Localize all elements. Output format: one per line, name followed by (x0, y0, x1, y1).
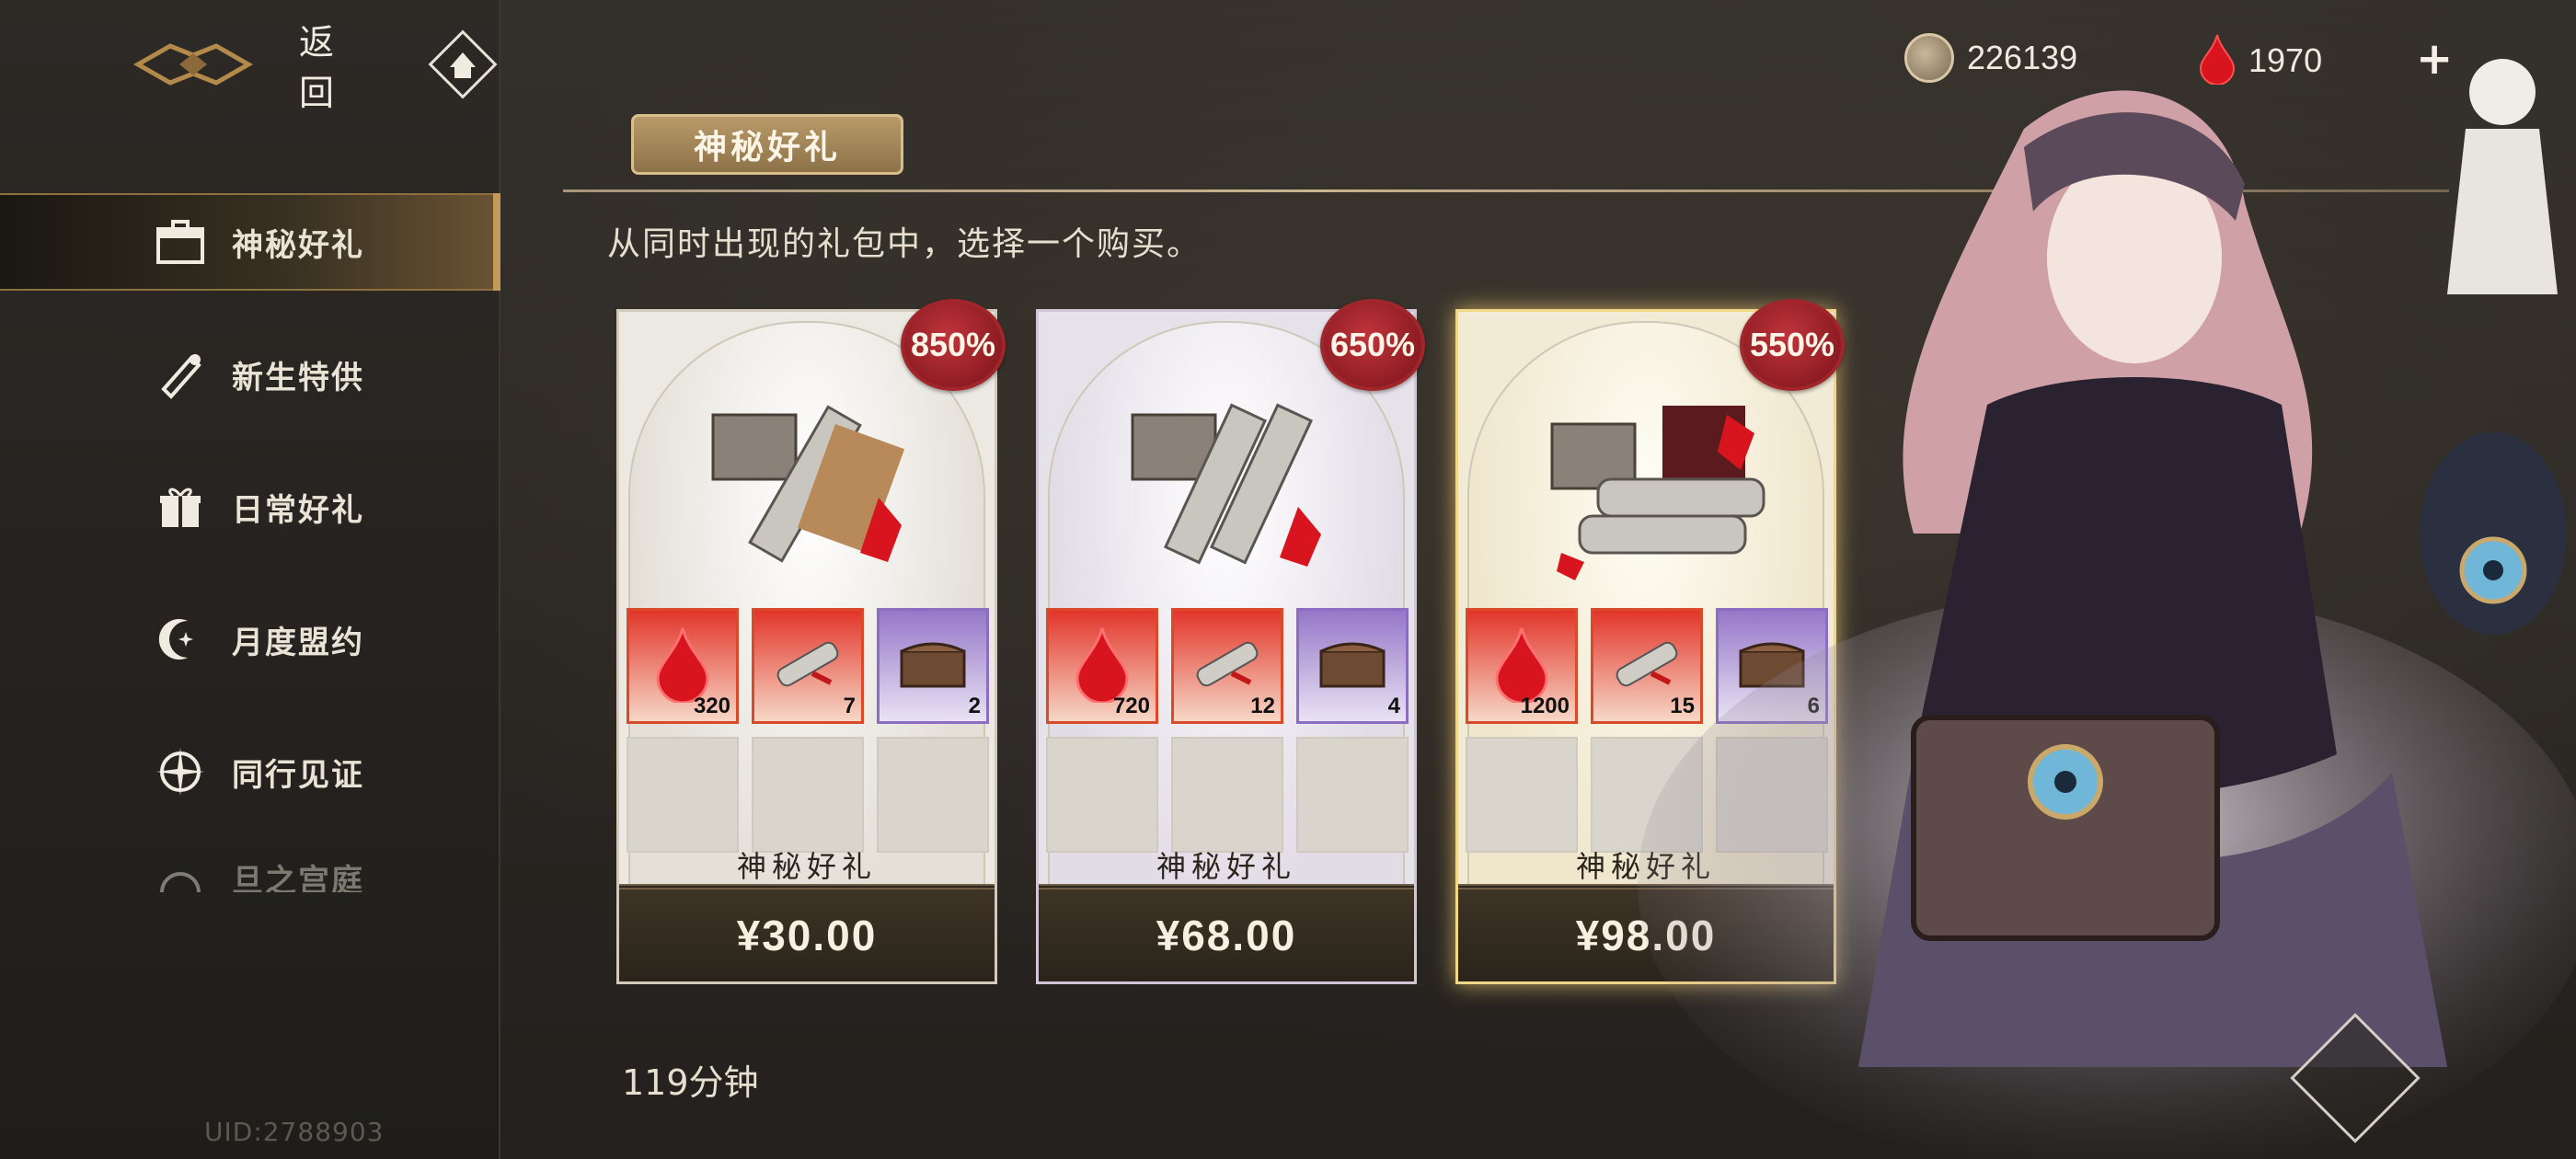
pack-item[interactable]: 1200 (1466, 608, 1578, 724)
chest-icon (896, 637, 970, 695)
sidebar-item-monthly-pact[interactable]: 月度盟约 (0, 591, 500, 688)
sidebar-item-newcomer[interactable]: 新生特供 (0, 326, 500, 423)
item-count: 12 (1250, 694, 1275, 718)
pack-item[interactable]: 7 (752, 608, 864, 724)
sidebar-item-mystery-gift[interactable]: 神秘好礼 (0, 193, 500, 291)
offer-timer: 119分钟 (622, 1062, 759, 1103)
pack-item[interactable]: 320 (627, 608, 739, 724)
bonus-seal: 850% (901, 299, 1006, 391)
home-icon[interactable] (427, 29, 499, 100)
item-count: 720 (1112, 694, 1150, 718)
chest-icon (1316, 637, 1389, 695)
scroll-item-icon (1186, 637, 1269, 695)
sidebar-item-label: 旦之宫庭 (232, 863, 364, 892)
empty-slot (1296, 737, 1409, 853)
page-title-banner: 神秘好礼 (631, 114, 903, 175)
page-subtitle: 从同时出现的礼包中，选择一个购买。 (607, 225, 1202, 263)
buy-button[interactable]: ¥30.00 (619, 884, 995, 981)
character-illustration (1638, 59, 2576, 1159)
pack-item[interactable]: 4 (1296, 608, 1409, 724)
bonus-seal: 650% (1320, 299, 1425, 391)
empty-slot (1046, 737, 1158, 853)
pack-item[interactable]: 2 (877, 608, 989, 724)
bonus-percent: 650% (1329, 326, 1416, 363)
gift-pack-card[interactable]: 850% 320 7 2 神秘好礼 ¥30.00 (616, 299, 1006, 984)
sidebar-item-companion[interactable]: 同行见证 (0, 723, 500, 820)
moon-star-icon (155, 614, 206, 665)
sidebar: 返回 神秘好礼 新生特供 日常好礼 月度盟约 同行见证 旦之宫庭 UID:278… (0, 0, 500, 1159)
sidebar-item-label: 日常好礼 (232, 491, 364, 529)
user-id: UID:2788903 (204, 1117, 385, 1147)
pack-name: 神秘好礼 (736, 849, 877, 884)
price-label: ¥68.00 (1156, 912, 1297, 959)
empty-slot (877, 737, 989, 853)
gift-icon (155, 481, 206, 533)
buy-button[interactable]: ¥68.00 (1039, 884, 1414, 981)
pack-item[interactable]: 720 (1046, 608, 1158, 724)
pack-treasure-icon (711, 405, 905, 563)
price-label: ¥30.00 (736, 912, 878, 959)
sidebar-item-label: 同行见证 (232, 756, 364, 794)
pack-item[interactable]: 12 (1171, 608, 1283, 724)
scroll-icon (155, 349, 206, 400)
sidebar-item-label: 新生特供 (232, 359, 364, 396)
scroll-item-icon (766, 637, 849, 695)
sidebar-item-label: 神秘好礼 (232, 226, 364, 264)
sidebar-nav: 神秘好礼 新生特供 日常好礼 月度盟约 同行见证 旦之宫庭 (0, 193, 500, 927)
compass-icon (155, 746, 206, 798)
item-count: 2 (968, 694, 981, 718)
gift-pack-card[interactable]: 650% 720 12 4 神秘好礼 ¥68.00 (1036, 299, 1425, 984)
bonus-percent: 850% (910, 326, 996, 363)
item-count: 320 (693, 694, 730, 718)
pack-items: 720 12 4 (1046, 608, 1409, 853)
empty-slot (1171, 737, 1283, 853)
empty-slot (627, 737, 739, 853)
logo-menu-icon[interactable] (133, 32, 253, 97)
sidebar-item-palace[interactable]: 旦之宫庭 (0, 855, 500, 892)
empty-slot (752, 737, 864, 853)
empty-slot (1466, 737, 1578, 853)
pack-name: 神秘好礼 (1156, 849, 1296, 884)
sidebar-item-daily-gift[interactable]: 日常好礼 (0, 458, 500, 556)
pack-items: 320 7 2 (627, 608, 989, 853)
sidebar-item-label: 月度盟约 (232, 624, 364, 661)
gift-box-icon (155, 216, 206, 268)
palace-icon (155, 855, 206, 892)
top-nav: 返回 (133, 22, 499, 113)
item-count: 4 (1387, 694, 1400, 718)
item-count: 7 (843, 694, 856, 718)
page-title: 神秘好礼 (693, 129, 841, 166)
pack-treasure-icon (1131, 403, 1321, 567)
back-button[interactable]: 返回 (299, 14, 344, 115)
item-count: 1200 (1520, 694, 1570, 718)
